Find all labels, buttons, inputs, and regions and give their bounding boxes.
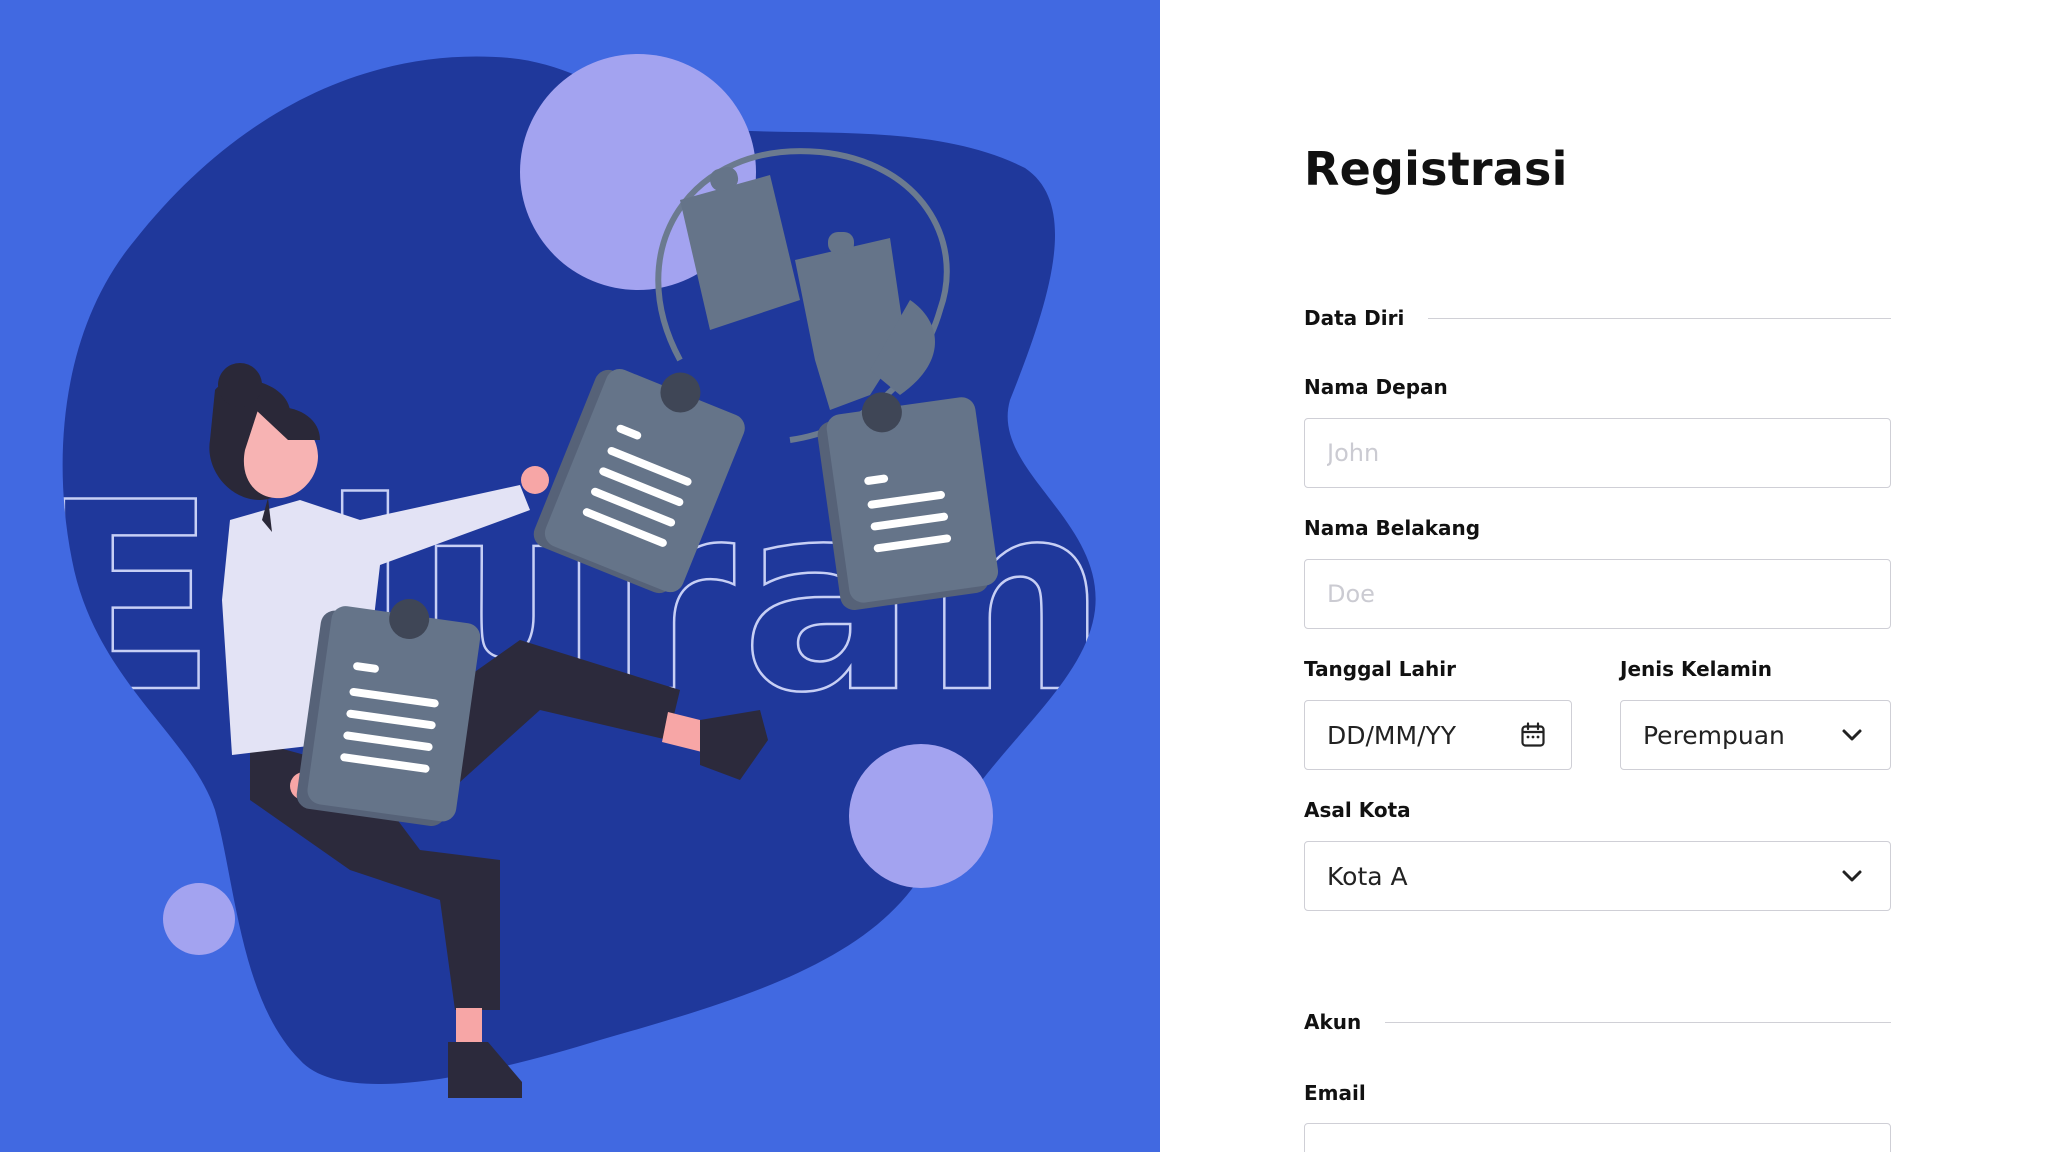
email-label: Email	[1304, 1081, 1366, 1105]
chevron-down-icon	[1836, 860, 1868, 892]
birth-date-input[interactable]: DD/MM/YY	[1304, 700, 1572, 770]
section-header-akun: Akun	[1304, 1010, 1891, 1034]
city-select[interactable]: Kota A	[1304, 841, 1891, 911]
birth-date-value: DD/MM/YY	[1327, 720, 1457, 750]
accent-circle-right	[849, 744, 993, 888]
gender-label: Jenis Kelamin	[1620, 657, 1772, 681]
last-name-field	[1304, 559, 1891, 629]
hero-illustration: Eduran	[62, 54, 1096, 1098]
page-title: Registrasi	[1304, 142, 1568, 196]
first-name-label: Nama Depan	[1304, 375, 1448, 399]
section-label: Data Diri	[1304, 306, 1405, 330]
accent-circle-left	[163, 883, 235, 955]
section-label: Akun	[1304, 1010, 1362, 1034]
last-name-label: Nama Belakang	[1304, 516, 1481, 540]
clipboard-right	[817, 392, 999, 610]
section-divider	[1385, 1021, 1891, 1023]
first-name-field	[1304, 418, 1891, 488]
first-name-input[interactable]	[1327, 439, 1868, 467]
calendar-icon[interactable]	[1517, 719, 1549, 751]
hero-illustration-panel: Eduran	[0, 0, 1160, 1152]
gender-select[interactable]: Perempuan	[1620, 700, 1891, 770]
last-name-input[interactable]	[1327, 580, 1868, 608]
email-field	[1304, 1123, 1891, 1152]
gender-value: Perempuan	[1643, 720, 1785, 750]
section-header-data-diri: Data Diri	[1304, 306, 1891, 330]
email-input[interactable]	[1327, 1144, 1868, 1152]
birth-date-label: Tanggal Lahir	[1304, 657, 1456, 681]
chevron-down-icon	[1836, 719, 1868, 751]
city-label: Asal Kota	[1304, 798, 1411, 822]
clipboard-held	[296, 598, 481, 826]
city-value: Kota A	[1327, 861, 1408, 891]
registration-form-panel: Registrasi Data Diri Nama Depan Nama Bel…	[1160, 0, 2049, 1152]
registration-page: Eduran Registrasi Data Diri Nama Depan J…	[0, 0, 2049, 1152]
section-divider	[1428, 317, 1891, 319]
